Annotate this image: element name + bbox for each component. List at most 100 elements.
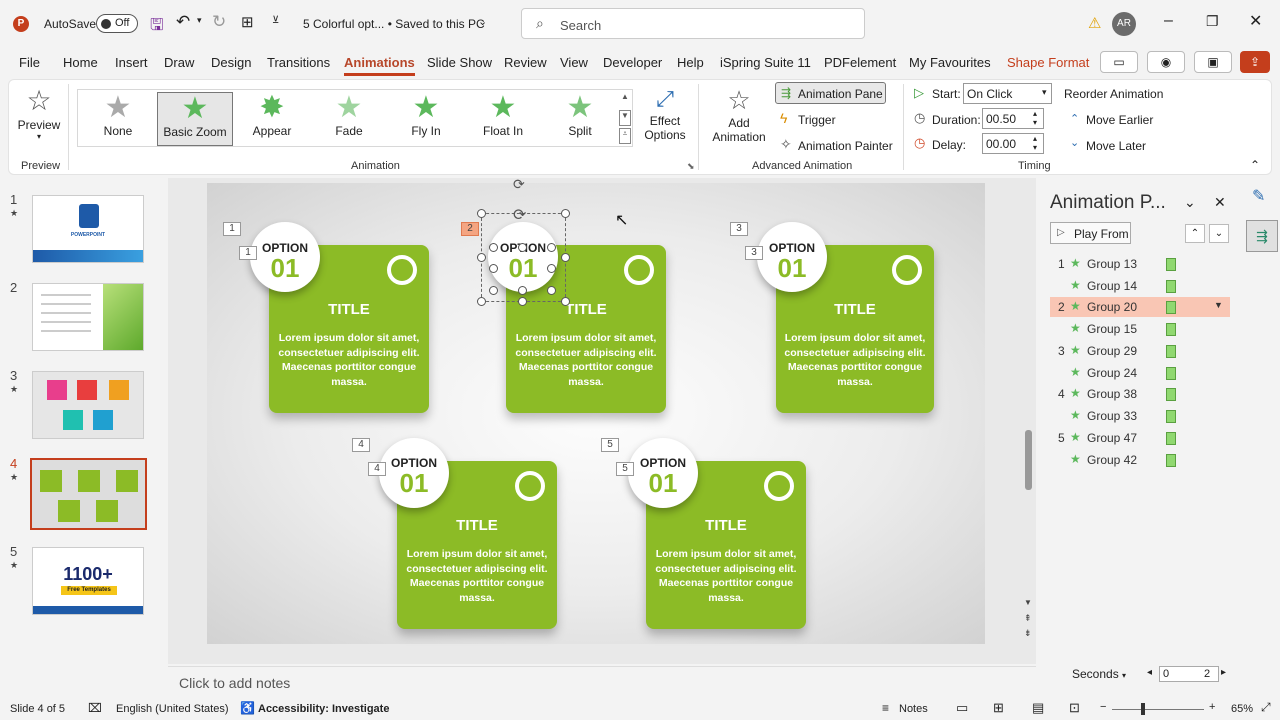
zoom-out-icon[interactable]: − (1100, 701, 1106, 713)
tab-shape-format[interactable]: Shape Format (1007, 55, 1089, 70)
timeline-prev-icon[interactable]: ◂ (1147, 667, 1152, 678)
collapse-ribbon-icon[interactable]: ⌃ (1250, 158, 1260, 172)
seconds-dropdown[interactable]: Seconds ▾ (1072, 667, 1132, 685)
rotate-handle-icon[interactable]: ⟳ (513, 176, 525, 193)
zoom-slider-thumb[interactable] (1141, 703, 1145, 715)
animation-tag[interactable]: 5 (601, 438, 619, 452)
next-slide-icon[interactable]: ⇟ (1024, 628, 1032, 639)
undo-icon[interactable]: ↶ (176, 12, 190, 32)
animation-item[interactable]: ★ Group 24 (1050, 363, 1230, 383)
close-icon[interactable]: ✕ (1214, 194, 1226, 211)
warning-icon[interactable]: ⚠ (1088, 14, 1101, 32)
document-title[interactable]: 5 Colorful opt... • Saved to this PC (303, 17, 485, 31)
tab-design[interactable]: Design (211, 55, 251, 70)
save-icon[interactable]: 🖫 (150, 14, 164, 41)
autosave-toggle[interactable]: Off (96, 14, 138, 33)
close-icon[interactable]: ✕ (1249, 11, 1262, 31)
share-button[interactable]: ⇪ (1240, 51, 1270, 73)
resize-handle[interactable] (561, 297, 570, 306)
gallery-none[interactable]: ★ None (80, 92, 156, 146)
resize-handle[interactable] (547, 264, 556, 273)
option-badge-5[interactable]: OPTION 01 (628, 438, 698, 508)
tab-insert[interactable]: Insert (115, 55, 148, 70)
resize-handle[interactable] (547, 286, 556, 295)
tab-home[interactable]: Home (63, 55, 98, 70)
animation-tag[interactable]: 1 (239, 246, 257, 260)
notes-button[interactable]: Notes (899, 703, 928, 715)
zoom-slider[interactable] (1112, 709, 1204, 710)
slide-thumbnail-1[interactable]: POWERPOINT (32, 195, 144, 263)
gallery-fly-in[interactable]: ★ Fly In (388, 92, 464, 146)
play-from-button[interactable]: ▷ Play From (1050, 222, 1131, 244)
tab-transitions[interactable]: Transitions (267, 55, 330, 70)
resize-handle[interactable] (518, 243, 527, 252)
gallery-more-icon[interactable]: ⩡ (619, 128, 631, 144)
resize-handle[interactable] (518, 297, 527, 306)
preview-button[interactable]: ☆ Preview ▾ (14, 84, 64, 150)
comments-button[interactable]: ▭ (1100, 51, 1138, 73)
animation-tag[interactable]: 4 (352, 438, 370, 452)
gallery-fade[interactable]: ★ Fade (311, 92, 387, 146)
accessibility-label[interactable]: Accessibility: Investigate (258, 703, 389, 715)
chevron-down-icon[interactable]: ▼ (1214, 300, 1223, 310)
tab-help[interactable]: Help (677, 55, 704, 70)
animation-item[interactable]: 1 ★ Group 13 (1050, 254, 1230, 274)
resize-handle[interactable] (547, 243, 556, 252)
resize-handle[interactable] (477, 209, 486, 218)
tab-draw[interactable]: Draw (164, 55, 194, 70)
gallery-scroll-down-icon[interactable]: ▼ (619, 110, 631, 126)
gallery-scroll-up-icon[interactable]: ▲ (619, 92, 631, 108)
delay-stepper[interactable]: 00.00 ▴ ▾ (982, 133, 1044, 154)
resize-handle[interactable] (518, 286, 527, 295)
tab-my-favourites[interactable]: My Favourites (909, 55, 991, 70)
option-badge-3[interactable]: OPTION 01 (757, 222, 827, 292)
redo-icon[interactable]: ↻ (212, 12, 226, 32)
resize-handle[interactable] (477, 297, 486, 306)
minimize-icon[interactable]: – (1164, 12, 1173, 30)
gallery-split[interactable]: ★ Split (542, 92, 618, 146)
animation-item-selected[interactable]: 2 ★ Group 20 ▼ (1050, 297, 1230, 317)
move-up-button[interactable]: ⌃ (1185, 224, 1205, 243)
chevron-down-icon[interactable]: ⌄ (1184, 194, 1196, 211)
resize-handle[interactable] (561, 253, 570, 262)
tab-developer[interactable]: Developer (603, 55, 662, 70)
animation-item[interactable]: 4 ★ Group 38 (1050, 384, 1230, 404)
normal-view-icon[interactable]: ▭ (956, 700, 968, 716)
fit-slide-icon[interactable]: ⤢ (1261, 700, 1271, 715)
resize-handle[interactable] (477, 253, 486, 262)
resize-handle[interactable] (489, 243, 498, 252)
animation-pane-button[interactable]: ⇶ Animation Pane (775, 82, 886, 104)
gallery-appear[interactable]: ✸ Appear (234, 92, 310, 146)
animation-tag[interactable]: 1 (223, 222, 241, 236)
avatar[interactable]: AR (1112, 12, 1136, 36)
duration-stepper[interactable]: 00.50 ▴ ▾ (982, 108, 1044, 129)
teams-button[interactable]: ▣ (1194, 51, 1232, 73)
animation-tag[interactable]: 3 (730, 222, 748, 236)
prev-slide-icon[interactable]: ⇞ (1024, 613, 1032, 624)
animation-item[interactable]: ★ Group 15 (1050, 319, 1230, 339)
option-badge-4[interactable]: OPTION 01 (379, 438, 449, 508)
maximize-icon[interactable]: ❐ (1206, 13, 1219, 30)
effect-options-button[interactable]: ⤢ Effect Options (640, 84, 690, 154)
animation-item[interactable]: ★ Group 42 (1050, 450, 1230, 470)
customize-qat-icon[interactable]: ⊻ (272, 15, 279, 26)
dialog-launcher-icon[interactable]: ⬊ (687, 161, 695, 172)
animation-tag[interactable]: 5 (616, 462, 634, 476)
move-earlier-button[interactable]: ⌃ Move Earlier (1068, 110, 1158, 130)
animation-tag[interactable]: 4 (368, 462, 386, 476)
reading-view-icon[interactable]: ▤ (1032, 700, 1044, 716)
scroll-down-icon[interactable]: ▼ (1024, 598, 1032, 607)
record-button[interactable]: ◉ (1147, 51, 1185, 73)
chevron-down-icon[interactable]: ⌄ (478, 15, 487, 28)
gallery-basic-zoom[interactable]: ★ Basic Zoom (157, 92, 233, 146)
resize-handle[interactable] (489, 264, 498, 273)
zoom-level[interactable]: 65% (1231, 703, 1253, 715)
search-box[interactable]: ⌕ Search (521, 8, 865, 39)
spin-arrows-icon[interactable]: ▴ ▾ (1033, 109, 1037, 127)
tab-pdfelement[interactable]: PDFelement (824, 55, 896, 70)
slide-thumbnail-2[interactable] (32, 283, 144, 351)
gallery-float-in[interactable]: ★ Float In (465, 92, 541, 146)
spin-arrows-icon[interactable]: ▴ ▾ (1033, 134, 1037, 152)
slide-sorter-icon[interactable]: ⊞ (993, 700, 1004, 716)
spellcheck-icon[interactable]: ⌧ (88, 701, 102, 715)
